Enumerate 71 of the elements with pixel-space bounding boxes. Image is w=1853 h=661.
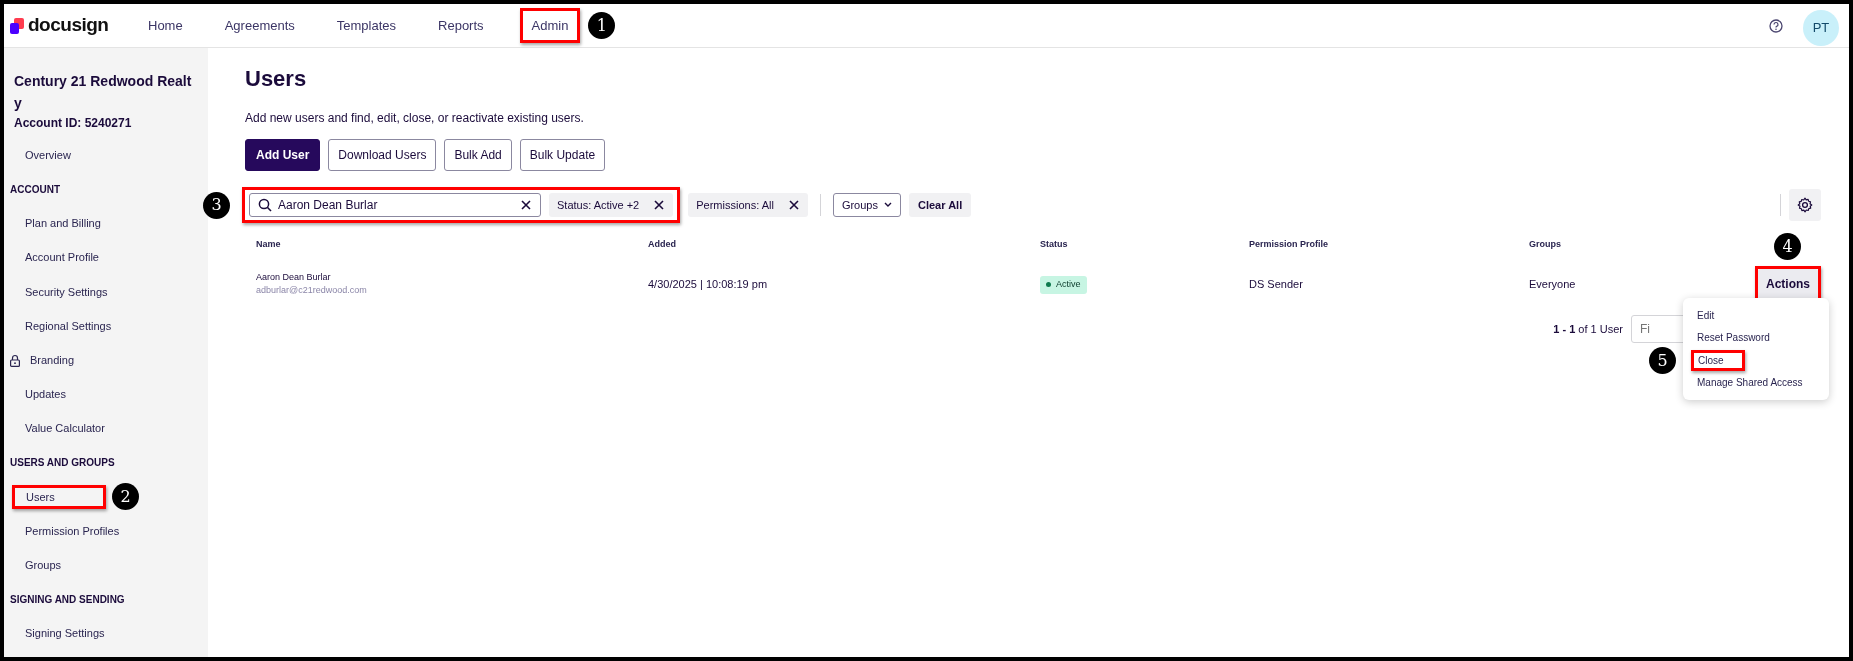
user-name: Aaron Dean Burlar [256,270,332,284]
add-user-button[interactable]: Add User [245,139,321,171]
menu-item[interactable]: Edit [1697,307,1715,323]
sidebar-link[interactable]: Value Calculator [10,420,105,437]
permission-profile: DS Sender [1249,276,1303,292]
search-icon [258,198,272,212]
nav-link[interactable]: Reports [432,11,490,40]
clear-all-button[interactable]: Clear All [908,193,972,217]
page-description: Add new users and find, edit, close, or reactivate existing users. [245,110,585,127]
step-marker: 4 [1774,233,1801,260]
sidebar-link[interactable]: Security Settings [10,283,108,301]
section-heading: ACCOUNT [10,182,60,197]
chip-label: Permissions: All [696,197,774,213]
menu-item[interactable]: Close [1698,352,1724,368]
nav-link[interactable]: Home [142,11,189,40]
section-heading: SIGNING AND SENDING [10,593,125,608]
chip-label: Status: Active +2 [557,197,640,213]
clear-search-button[interactable] [520,199,532,211]
user-groups: Everyone [1529,275,1576,293]
nav-link[interactable]: Admin [525,11,575,40]
menu-item[interactable]: Manage Shared Access [1697,375,1803,391]
column-header: Added [648,238,677,252]
sidebar-link[interactable]: Users [18,488,55,506]
sidebar-link[interactable]: Plan and Billing [10,215,101,232]
step-marker: 2 [112,483,139,511]
user-avatar[interactable]: PT [1803,9,1839,46]
step-marker: 3 [203,191,230,219]
sidebar-link[interactable]: Overview [10,146,71,164]
column-header: Groups [1529,238,1562,252]
sidebar-link[interactable]: Updates [10,386,66,403]
remove-filter-button[interactable] [653,199,666,211]
status-badge: Active [1040,276,1087,294]
toolbar-button[interactable]: Bulk Add [444,139,512,171]
nav-link[interactable]: Templates [330,11,403,40]
section-heading: USERS AND GROUPS [10,456,115,471]
close-icon [520,199,532,211]
close-icon [653,199,666,211]
column-header: Permission Profile [1249,238,1330,252]
sidebar-link[interactable]: Regional Settings [10,317,112,335]
logo-text: docusign [28,13,109,38]
pagination-summary: 1 - 1 of 1 User [1553,321,1623,337]
step-marker: 1 [588,12,616,39]
step-marker: 5 [1649,347,1676,374]
chevron-down-icon [883,202,892,208]
logo-icon [10,17,24,34]
page-title: Users [245,65,308,93]
filter-chip[interactable]: Status: Active +2 [549,193,674,217]
settings-icon [1797,197,1813,213]
menu-item[interactable]: Reset Password [1697,330,1770,346]
account-name: Century 21 Redwood Realty [14,72,193,113]
column-header: Status [1040,238,1069,252]
sidebar-link[interactable]: Signing Settings [10,625,105,642]
sidebar-link[interactable]: Permission Profiles [10,522,120,540]
groups-dropdown[interactable]: Groups [832,193,901,217]
sidebar-link[interactable]: Account Profile [10,249,99,266]
sidebar-link[interactable]: Groups [10,557,62,574]
account-id: Account ID: 5240271 [14,115,133,132]
search-field[interactable]: Aaron Dean Burlar [249,193,541,217]
actions-button[interactable]: Actions [1758,269,1818,299]
column-header: Name [256,238,282,252]
remove-filter-button[interactable] [787,199,800,211]
user-email: adburlar@c21redwood.com [256,284,368,297]
toolbar-button[interactable]: Bulk Update [519,139,606,171]
toolbar-button[interactable]: Download Users [328,139,437,171]
filter-chip[interactable]: Permissions: All [688,193,808,217]
settings-button[interactable] [1789,189,1821,221]
nav-link[interactable]: Agreements [218,11,301,40]
close-icon [787,199,800,211]
sidebar-link[interactable]: Branding [20,351,75,369]
date-added: 4/30/2025 | 10:08:19 pm [648,276,768,292]
help-icon [1769,18,1783,33]
